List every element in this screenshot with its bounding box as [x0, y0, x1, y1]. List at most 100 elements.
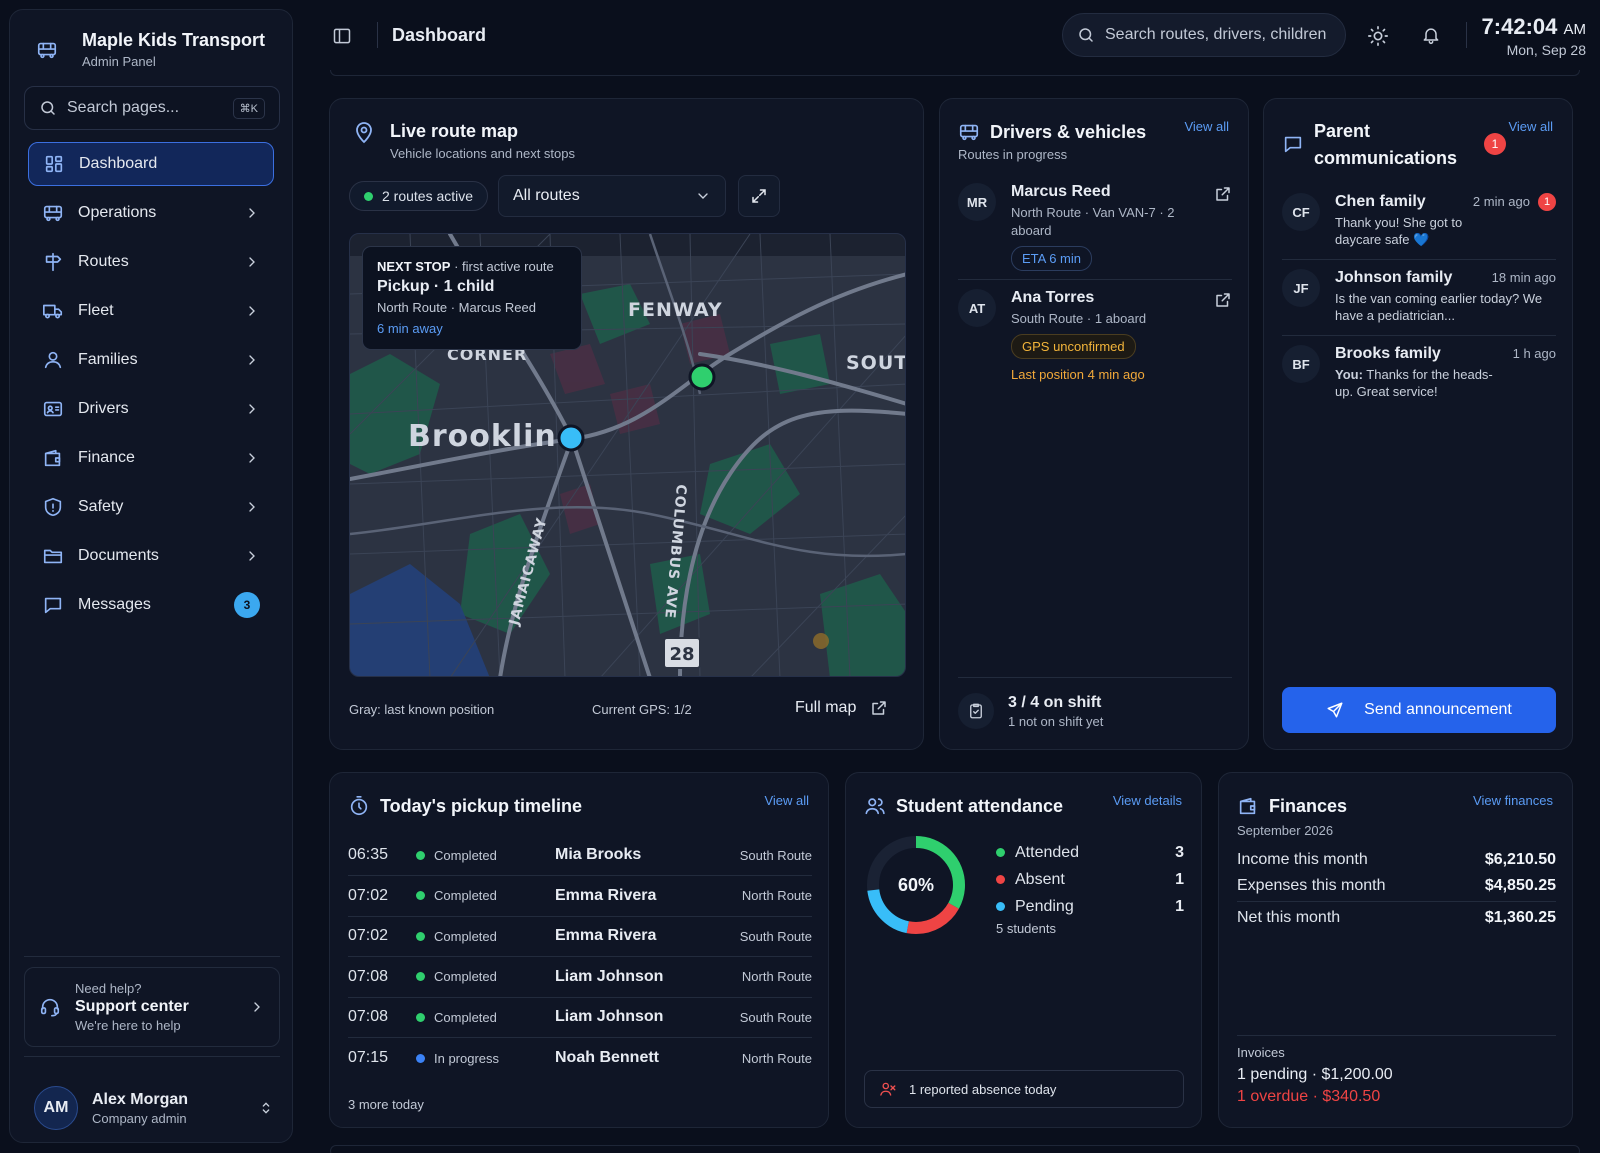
brand[interactable]: Maple Kids Transport Admin Panel — [36, 30, 265, 69]
sidebar-item-families[interactable]: Families — [28, 338, 274, 382]
invoices-summary[interactable]: Invoices 1 pending · $1,200.00 1 overdue… — [1237, 1045, 1393, 1106]
clock-time: 7:42:04 — [1481, 14, 1558, 39]
route-name: North Route — [741, 969, 812, 984]
driver-item[interactable]: AT Ana Torres South Route · 1 aboard GPS… — [958, 289, 1232, 382]
pickup-status: Completed — [434, 888, 497, 903]
sidebar-item-label: Finance — [78, 449, 135, 466]
child-name: Liam Johnson — [555, 1008, 664, 1025]
sidebar-item-documents[interactable]: Documents — [28, 534, 274, 578]
view-finances-link[interactable]: View finances — [1473, 793, 1553, 808]
timeline-row[interactable]: 06:35 Completed Mia Brooks South Route — [348, 835, 812, 876]
clock-date: Mon, Sep 28 — [1506, 42, 1586, 58]
drivers-view-all-link[interactable]: View all — [1184, 119, 1229, 134]
wallet-icon — [44, 449, 61, 467]
chevron-down-icon — [698, 193, 708, 199]
external-link-icon[interactable] — [1214, 185, 1232, 203]
message-item[interactable]: JF Johnson family 18 min ago Is the van … — [1282, 269, 1556, 324]
finances-card: Finances September 2026 View finances In… — [1218, 772, 1573, 1128]
send-announcement-button[interactable]: Send announcement — [1282, 687, 1556, 733]
sidebar-item-label: Drivers — [78, 400, 129, 417]
income-row: Income this month $6,210.50 — [1237, 851, 1556, 869]
bell-icon[interactable] — [1421, 25, 1441, 45]
sidebar-item-dashboard[interactable]: Dashboard — [28, 142, 274, 186]
card-title: Finances — [1269, 795, 1348, 816]
sidebar-item-operations[interactable]: Operations — [28, 191, 274, 235]
support-center-link[interactable]: Need help? Support center We're here to … — [24, 967, 280, 1047]
attendance-view-details-link[interactable]: View details — [1113, 793, 1182, 808]
bus-icon — [43, 205, 63, 222]
shift-subtext: 1 not on shift yet — [1008, 713, 1104, 729]
sidebar-item-fleet[interactable]: Fleet — [28, 289, 274, 333]
map-footnote-gray: Gray: last known position — [349, 702, 495, 717]
vehicle-marker-selected[interactable] — [557, 424, 585, 452]
brand-name: Maple Kids Transport — [82, 30, 266, 50]
avatar: BF — [1282, 345, 1320, 383]
full-map-label: Full map — [795, 699, 857, 716]
legend-label: Pending — [1015, 897, 1074, 915]
legend-row-absent: Absent 1 — [996, 866, 1184, 893]
income-label: Income this month — [1237, 851, 1368, 868]
sidebar-item-routes[interactable]: Routes — [28, 240, 274, 284]
global-search-input[interactable]: Search routes, drivers, children — [1062, 13, 1346, 57]
route-filter-select[interactable]: All routes — [498, 175, 726, 217]
avatar: AT — [958, 289, 996, 327]
parents-view-all-link[interactable]: View all — [1508, 119, 1553, 134]
sidebar-item-finance[interactable]: Finance — [28, 436, 274, 480]
wallet-icon — [1239, 797, 1256, 815]
tooltip-label: NEXT STOP — [377, 259, 451, 274]
map-place-fenway: FENWAY — [628, 299, 723, 321]
timeline-row[interactable]: 07:08 Completed Liam Johnson North Route — [348, 957, 812, 998]
message-item[interactable]: CF Chen family 2 min ago 1 Thank you! Sh… — [1282, 193, 1556, 248]
clock: 7:42:04 AM Mon, Sep 28 — [1482, 14, 1586, 58]
sidebar-item-safety[interactable]: Safety — [28, 485, 274, 529]
status-dot — [416, 1053, 425, 1063]
driver-item[interactable]: MR Marcus Reed North Route · Van VAN-7 ·… — [958, 183, 1232, 271]
expenses-label: Expenses this month — [1237, 877, 1386, 894]
sidebar-search-input[interactable]: Search pages... ⌘K — [24, 86, 280, 130]
headset-icon — [40, 998, 60, 1017]
search-placeholder: Search pages... — [67, 99, 180, 116]
vehicle-marker-active[interactable] — [688, 363, 716, 391]
chevron-right-icon — [249, 208, 255, 218]
timeline-row[interactable]: 07:15 In progress Noah Bennett North Route — [348, 1038, 812, 1079]
last-position-warning: Last position 4 min ago — [1011, 367, 1145, 382]
timeline-view-all-link[interactable]: View all — [764, 793, 809, 808]
timeline-row[interactable]: 07:02 Completed Emma Rivera North Route — [348, 876, 812, 917]
net-label: Net this month — [1237, 909, 1341, 926]
message-you-prefix: You: — [1335, 367, 1363, 382]
full-map-link[interactable]: Full map — [795, 699, 888, 717]
user-menu[interactable]: AM Alex Morgan Company admin — [34, 1086, 274, 1130]
finances-period: September 2026 — [1237, 823, 1334, 838]
route-shield-icon: 28 — [663, 637, 701, 669]
theme-toggle-sun-icon[interactable] — [1367, 25, 1389, 47]
driver-detail: South Route · 1 aboard — [1011, 311, 1147, 326]
vehicle-marker-stale[interactable] — [813, 633, 829, 649]
timeline-row[interactable]: 07:02 Completed Emma Rivera South Route — [348, 916, 812, 957]
map-canvas[interactable]: FENWAY CORNER SOUT Brookline JAMAICAWAY … — [349, 233, 906, 677]
clock-ampm: AM — [1563, 21, 1587, 38]
invoices-label: Invoices — [1237, 1045, 1285, 1060]
pickup-status: Completed — [434, 847, 497, 863]
pickup-time: 07:08 — [348, 967, 389, 985]
timeline-row[interactable]: 07:08 Completed Liam Johnson South Route — [348, 997, 812, 1038]
grid-icon — [45, 155, 63, 173]
expand-map-button[interactable] — [738, 175, 780, 217]
driver-detail: North Route · Van VAN-7 · 2 aboard — [1011, 205, 1175, 238]
reported-absence-notice[interactable]: 1 reported absence today — [864, 1070, 1184, 1108]
bus-icon — [37, 42, 57, 58]
chevron-right-icon — [249, 453, 255, 463]
external-link-icon[interactable] — [1214, 291, 1232, 309]
message-icon — [44, 597, 62, 614]
support-label: Support center — [75, 998, 189, 1015]
message-item[interactable]: BF Brooks family 1 h ago You: Thanks for… — [1282, 345, 1556, 400]
timeline-more[interactable]: 3 more today — [348, 1097, 424, 1112]
route-shield-number: 28 — [669, 644, 694, 665]
page-title: Dashboard — [392, 25, 487, 45]
sidebar-item-messages[interactable]: Messages 3 — [28, 583, 274, 627]
route-name: South Route — [739, 1009, 812, 1025]
sidebar-toggle-icon[interactable] — [332, 26, 352, 46]
sidebar-item-drivers[interactable]: Drivers — [28, 387, 274, 431]
sidebar-item-label: Documents — [78, 547, 159, 564]
divider — [24, 1056, 280, 1057]
child-name: Noah Bennett — [555, 1049, 659, 1066]
